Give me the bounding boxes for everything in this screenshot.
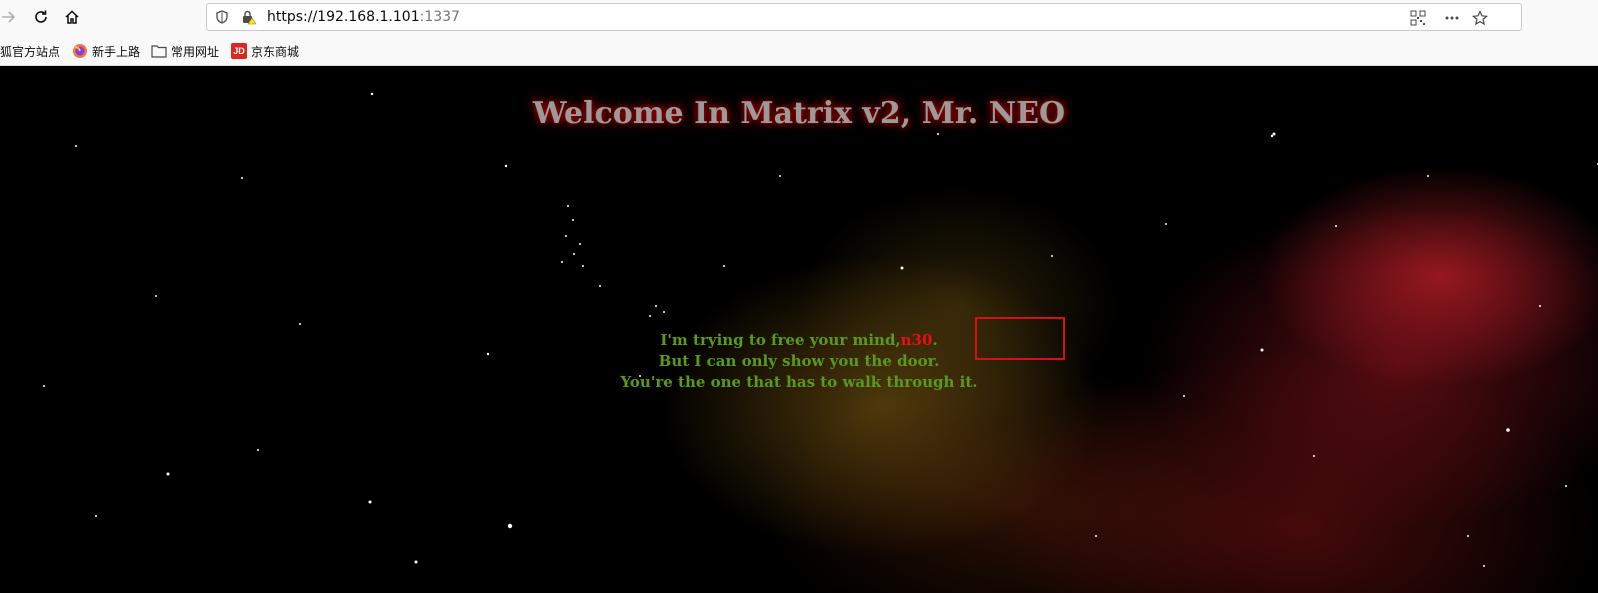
url-port: :1337 bbox=[419, 9, 460, 25]
highlighted-name: n30 bbox=[900, 331, 933, 349]
home-icon bbox=[65, 10, 79, 24]
forward-arrow-icon bbox=[2, 11, 16, 23]
annotation-highlight-box bbox=[975, 317, 1065, 360]
bookmark-folder-common-sites[interactable]: 常用网址 bbox=[151, 42, 219, 60]
url-text[interactable]: https://192.168.1.101:1337 bbox=[267, 9, 460, 25]
forward-button[interactable] bbox=[0, 4, 22, 30]
message-line-2: But I can only show you the door. bbox=[658, 352, 940, 370]
bookmark-official-site[interactable]: 狐官方站点 bbox=[0, 42, 60, 60]
qr-code-icon bbox=[1410, 10, 1426, 26]
bookmark-getting-started[interactable]: 新手上路 bbox=[72, 42, 140, 60]
bookmark-label: 常用网址 bbox=[171, 44, 220, 59]
bookmark-label: 新手上路 bbox=[92, 44, 141, 59]
star-icon bbox=[1472, 10, 1488, 26]
page-title: Welcome In Matrix v2, Mr. NEO bbox=[532, 96, 1066, 131]
bookmark-jd-mall[interactable]: JD 京东商城 bbox=[231, 42, 299, 60]
browser-toolbar: https://192.168.1.101:1337 bbox=[0, 0, 1598, 34]
firefox-icon bbox=[73, 44, 87, 58]
url-host: https://192.168.1.101 bbox=[267, 9, 420, 25]
matrix-message: I'm trying to free your mind,n30. But I … bbox=[0, 330, 1598, 393]
reload-icon bbox=[35, 10, 47, 23]
bookmark-star-button[interactable] bbox=[1471, 9, 1489, 27]
page-content: Welcome In Matrix v2, Mr. NEO I'm trying… bbox=[0, 66, 1598, 593]
message-line-1: I'm trying to free your mind,n30. bbox=[660, 331, 938, 349]
message-line-3: You're the one that has to walk through … bbox=[620, 373, 978, 391]
shield-icon[interactable] bbox=[215, 10, 229, 24]
reload-button[interactable] bbox=[28, 4, 54, 30]
page-actions-button[interactable] bbox=[1443, 9, 1461, 27]
folder-icon bbox=[151, 45, 167, 58]
bookmarks-toolbar: 狐官方站点 新手上路 常用网址 JD 京东商城 bbox=[0, 34, 1598, 66]
qr-code-button[interactable] bbox=[1409, 9, 1427, 27]
insecure-lock-icon[interactable] bbox=[241, 9, 257, 25]
home-button[interactable] bbox=[59, 4, 85, 30]
bookmark-label: 京东商城 bbox=[251, 44, 300, 59]
url-bar[interactable]: https://192.168.1.101:1337 bbox=[206, 3, 1522, 31]
jd-icon: JD bbox=[231, 43, 247, 59]
more-dots-icon bbox=[1445, 16, 1459, 20]
bookmark-label: 狐官方站点 bbox=[0, 44, 61, 59]
